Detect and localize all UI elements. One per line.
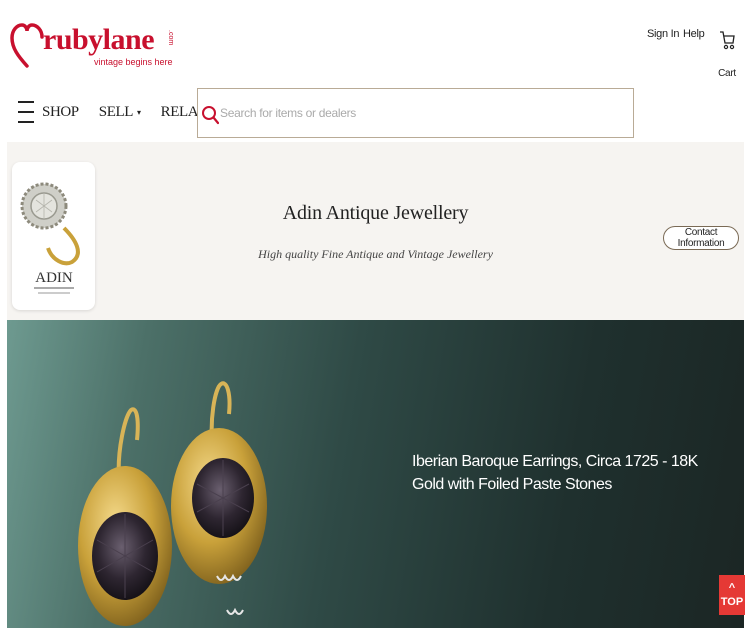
hero-title: Iberian Baroque Earrings, Circa 1725 - 1… — [412, 453, 698, 493]
search-box — [197, 88, 634, 138]
logo-tagline: vintage begins here — [94, 57, 173, 67]
shop-name: Adin Antique Jewellery — [282, 202, 469, 224]
nav-sell-label: SELL — [98, 103, 134, 120]
shop-tagline: High quality Fine Antique and Vintage Je… — [258, 247, 493, 261]
adin-logo-lettering: ADIN — [35, 270, 73, 286]
back-to-top-button[interactable]: ^ TOP — [719, 575, 745, 615]
cart-link[interactable]: Cart — [712, 30, 742, 79]
back-to-top-label: TOP — [720, 596, 744, 608]
heart-logo-icon — [10, 23, 44, 68]
search-input[interactable] — [220, 89, 620, 137]
help-link[interactable]: Help — [683, 28, 705, 40]
logo-wordmark: rubylane — [43, 23, 155, 56]
arrow-up-icon: ^ — [728, 582, 736, 594]
hero-banner[interactable]: Iberian Baroque Earrings, Circa 1725 - 1… — [7, 320, 744, 628]
logo-com: .com — [167, 30, 174, 46]
earrings-image — [78, 381, 267, 626]
contact-information-button[interactable]: Contact Information — [663, 226, 739, 250]
main-nav: SHOP SELL ▾ RELAX ▾ — [18, 96, 217, 128]
shop-logo-image[interactable]: ADIN — [12, 162, 95, 310]
chevron-down-icon: ▾ — [136, 107, 141, 117]
rubylane-logo[interactable]: rubylane .com vintage begins here — [10, 22, 180, 76]
shop-header: ADIN Adin Antique Jewellery High quality… — [7, 142, 744, 320]
ring-logo-image: ADIN — [20, 182, 80, 294]
sign-in-link[interactable]: Sign In — [647, 28, 679, 40]
cart-label: Cart — [718, 68, 736, 79]
nav-sell[interactable]: SELL ▾ — [99, 104, 141, 121]
hamburger-menu-icon[interactable] — [18, 101, 34, 123]
search-icon[interactable] — [201, 105, 219, 125]
cart-icon — [720, 31, 735, 50]
nav-shop[interactable]: SHOP — [42, 104, 79, 121]
nav-shop-label: SHOP — [42, 103, 79, 120]
